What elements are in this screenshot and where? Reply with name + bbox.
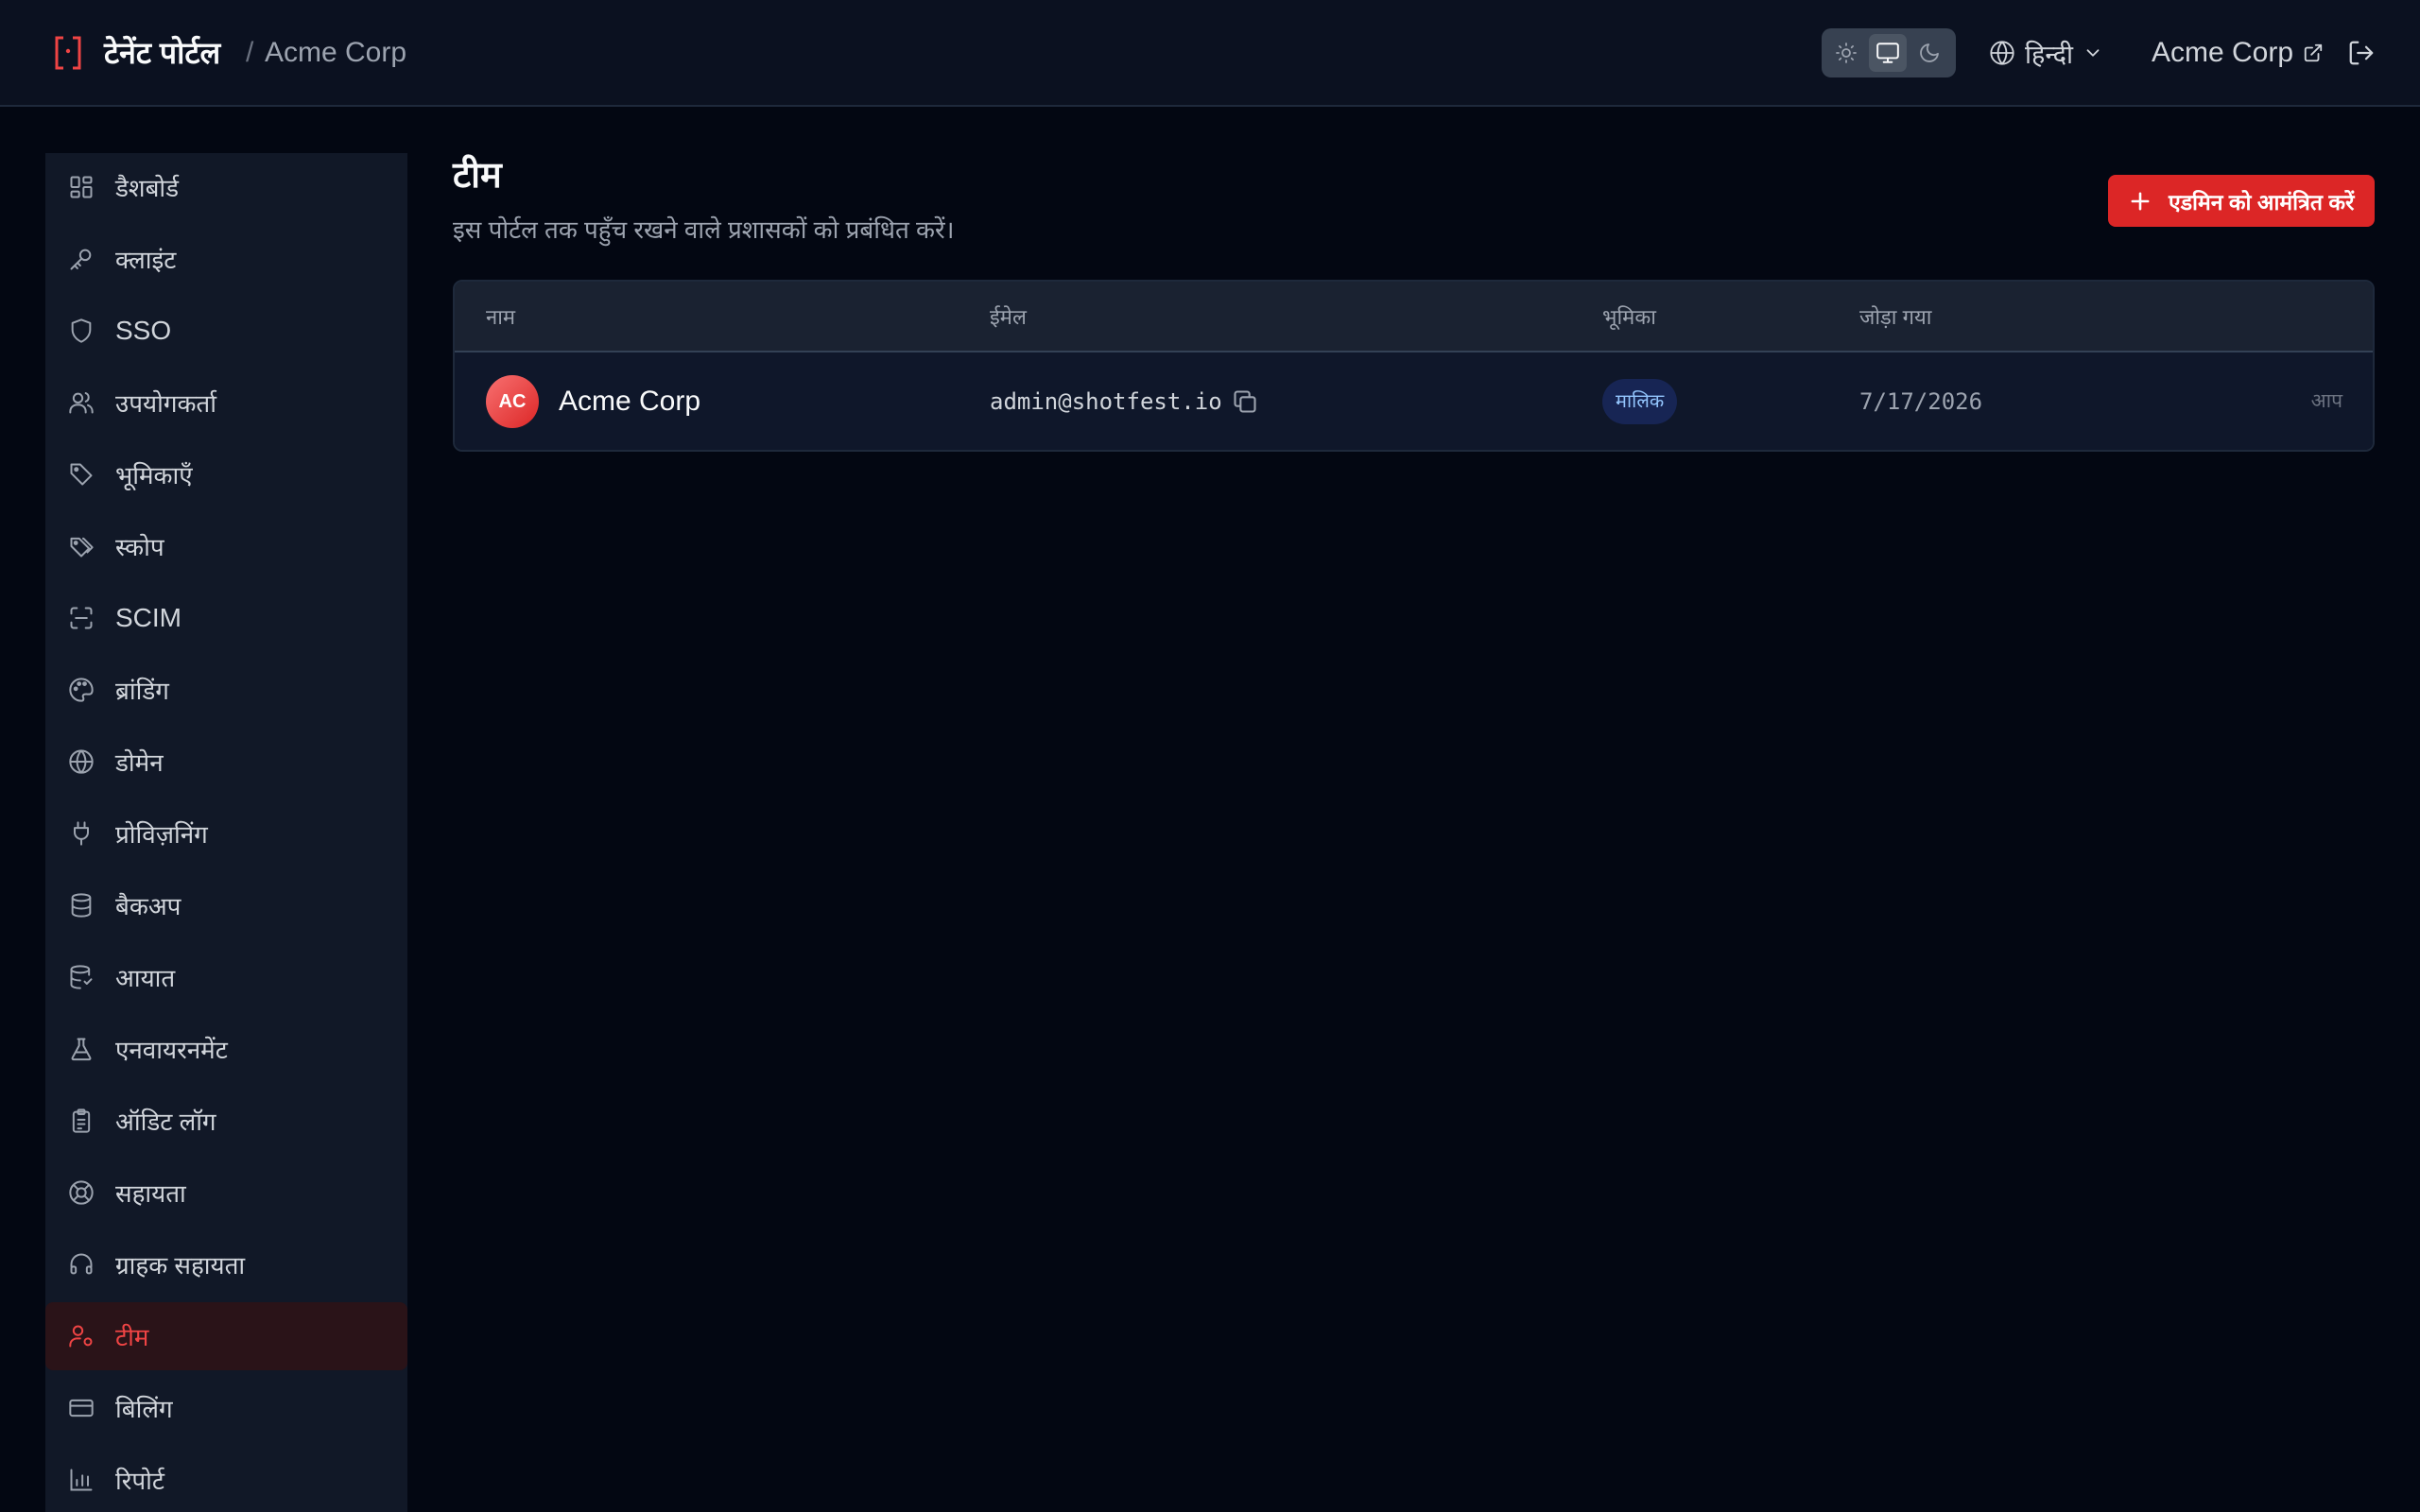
sidebar-item-scim[interactable]: SCIM [45,584,407,652]
globe-icon [66,747,96,777]
sidebar: डैशबोर्ड क्लाइंट SSO उपयोगकर्ता भूमिकाएँ… [45,153,407,1512]
logout-icon [2349,41,2374,65]
sidebar-item-help[interactable]: सहायता [45,1159,407,1227]
credit-card-icon [66,1393,96,1423]
sidebar-item-clients[interactable]: क्लाइंट [45,225,407,293]
sidebar-item-label: बिलिंग [115,1395,173,1423]
sidebar-item-label: स्कोप [115,533,164,561]
current-user-note: आप [2310,390,2342,412]
sidebar-item-team[interactable]: टीम [45,1302,407,1370]
sidebar-item-audit-log[interactable]: ऑडिट लॉग [45,1087,407,1155]
shield-icon [66,316,96,346]
sidebar-item-label: भूमिकाएँ [115,461,193,490]
invite-admin-label: एडमिन को आमंत्रित करें [2169,189,2355,215]
column-header-email: ईमेल [990,305,1027,329]
user-cog-icon [66,1321,96,1351]
app-title[interactable]: टेनेंट पोर्टल [104,30,220,76]
dashboard-icon [66,172,96,202]
clipboard-icon [66,1106,96,1136]
avatar: AC [486,375,539,428]
sidebar-item-label: डैशबोर्ड [115,174,180,202]
role-badge: मालिक [1602,379,1678,424]
table-header: नाम ईमेल भूमिका जोड़ा गया [455,282,2373,352]
invite-admin-button[interactable]: एडमिन को आमंत्रित करें [2108,175,2375,227]
theme-light-button[interactable] [1827,34,1865,72]
headset-icon [66,1249,96,1280]
sidebar-item-customer-support[interactable]: ग्राहक सहायता [45,1230,407,1298]
sun-icon [1836,43,1857,63]
page-subtitle: इस पोर्टल तक पहुँच रखने वाले प्रशासकों क… [453,215,955,244]
sidebar-item-label: रिपोर्ट [115,1467,164,1495]
plug-icon [66,818,96,849]
column-header-name: नाम [486,305,516,329]
language-selector[interactable]: हिन्दी [1989,34,2103,72]
globe-icon [1990,41,2014,65]
team-table: नाम ईमेल भूमिका जोड़ा गया AC Acme Corp a… [453,280,2375,452]
tenant-external-link[interactable]: Acme Corp [2152,30,2324,76]
copy-email-button[interactable] [1230,387,1260,417]
column-header-role: भूमिका [1602,305,1656,329]
bar-chart-icon [66,1465,96,1495]
sidebar-item-label: उपयोगकर्ता [115,389,216,418]
monitor-icon [1876,43,1899,63]
chevron-down-icon [2086,49,2100,57]
member-email: admin@shotfest.io [990,388,1222,415]
joined-date: 7/17/2026 [1859,388,1983,415]
tag-icon [66,459,96,490]
flask-icon [66,1034,96,1064]
sidebar-item-label: बैकअप [115,892,182,920]
breadcrumb-tenant: Acme Corp [265,37,407,68]
language-label: हिन्दी [2025,40,2074,69]
external-link-icon [2304,43,2323,62]
sidebar-item-label: एनवायरनमेंट [115,1036,228,1064]
sidebar-item-dashboard[interactable]: डैशबोर्ड [45,153,407,221]
key-icon [66,244,96,274]
sidebar-item-label: ग्राहक सहायता [115,1251,246,1280]
page-title: टीम [453,156,502,196]
sidebar-item-label: क्लाइंट [115,246,177,274]
sidebar-item-label: SCIM [115,603,182,632]
member-name: Acme Corp [559,386,701,417]
theme-switcher [1822,28,1956,77]
sidebar-item-domains[interactable]: डोमेन [45,728,407,796]
sidebar-item-label: प्रोविज़निंग [115,820,208,849]
sidebar-item-label: टीम [115,1323,149,1351]
database-import-icon [66,962,96,992]
sidebar-item-roles[interactable]: भूमिकाएँ [45,440,407,508]
palette-icon [66,675,96,705]
logout-button[interactable] [2342,34,2380,72]
sidebar-item-provisioning[interactable]: प्रोविज़निंग [45,799,407,868]
sidebar-item-reports[interactable]: रिपोर्ट [45,1446,407,1512]
sidebar-item-import[interactable]: आयात [45,943,407,1011]
moon-icon [1920,43,1939,62]
database-icon [66,890,96,920]
sidebar-item-label: ब्रांडिंग [115,677,169,705]
breadcrumb-separator: / [246,37,254,68]
sidebar-item-scopes[interactable]: स्कोप [45,512,407,580]
users-icon [66,387,96,418]
tenant-link-label: Acme Corp [2152,37,2294,68]
scan-icon [66,603,96,633]
table-row: AC Acme Corp admin@shotfest.io मालिक 7/1… [455,352,2373,450]
sidebar-item-sso[interactable]: SSO [45,297,407,365]
sidebar-item-label: डोमेन [115,748,164,777]
logo-icon [53,34,83,72]
lifebuoy-icon [66,1177,96,1208]
sidebar-item-label: आयात [115,964,176,992]
column-header-joined: जोड़ा गया [1859,305,1932,329]
top-header: टेनेंट पोर्टल / Acme Corp हिन्दी Acme Co… [0,0,2420,107]
sidebar-item-label: SSO [115,316,172,345]
tags-icon [66,531,96,561]
sidebar-item-backup[interactable]: बैकअप [45,871,407,939]
theme-system-button[interactable] [1869,34,1907,72]
theme-dark-button[interactable] [1910,34,1948,72]
sidebar-item-branding[interactable]: ब्रांडिंग [45,656,407,724]
sidebar-item-users[interactable]: उपयोगकर्ता [45,369,407,437]
plus-icon [2131,192,2150,210]
sidebar-item-billing[interactable]: बिलिंग [45,1374,407,1442]
sidebar-item-label: ऑडिट लॉग [115,1108,216,1136]
copy-icon [1234,390,1256,413]
sidebar-item-environments[interactable]: एनवायरनमेंट [45,1015,407,1083]
sidebar-item-label: सहायता [115,1179,186,1208]
